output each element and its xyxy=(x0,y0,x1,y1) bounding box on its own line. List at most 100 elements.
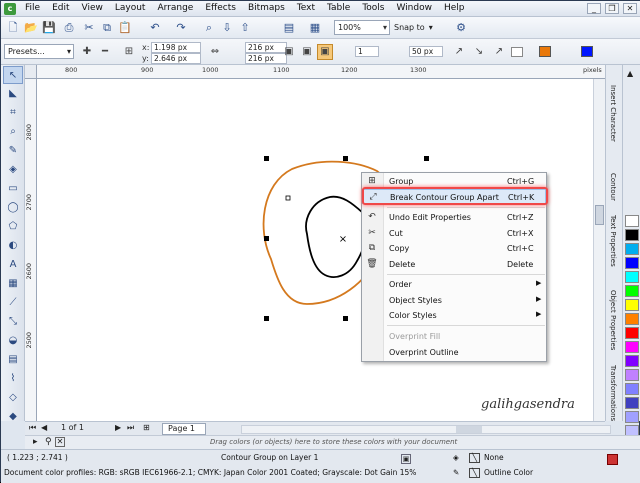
freehand-tool-icon[interactable]: ✎ xyxy=(3,142,23,160)
copy-icon[interactable]: ⧉ xyxy=(99,20,115,36)
x-position-field[interactable]: 1.198 px xyxy=(151,42,201,53)
minimize-button[interactable]: _ xyxy=(587,3,601,14)
menu-layout[interactable]: Layout xyxy=(115,3,146,13)
menu-table[interactable]: Table xyxy=(327,3,350,13)
menu-item-copy[interactable]: ⧉ Copy Ctrl+C xyxy=(362,241,546,256)
selection-handle[interactable] xyxy=(264,236,269,241)
eyedropper-tool-icon[interactable]: ⌇ xyxy=(3,370,23,388)
crop-tool-icon[interactable]: ⌗ xyxy=(3,104,23,122)
palette-menu-icon[interactable]: ▸ xyxy=(33,437,38,447)
menu-item-object-styles[interactable]: Object Styles ▶ xyxy=(362,293,546,308)
menu-item-cut[interactable]: ✂ Cut Ctrl+X xyxy=(362,226,546,241)
end-color-swatch[interactable] xyxy=(581,46,593,57)
last-page-icon[interactable]: ⏭ xyxy=(127,423,134,433)
inside-contour-icon[interactable]: ▣ xyxy=(299,44,315,60)
outline-color-swatch[interactable] xyxy=(511,47,523,57)
palette-swatch[interactable] xyxy=(625,327,639,339)
restore-button[interactable]: ❐ xyxy=(605,3,619,14)
shape-tool-icon[interactable]: ◣ xyxy=(3,85,23,103)
palette-swatch[interactable] xyxy=(625,271,639,283)
application-launcher-icon[interactable]: ▤ xyxy=(281,20,297,36)
previous-page-icon[interactable]: ◀ xyxy=(41,423,47,432)
zoom-level-select[interactable]: 100% xyxy=(334,20,390,35)
status-indicator-icon[interactable] xyxy=(607,454,618,465)
palette-scroll-up-icon[interactable]: ▲ xyxy=(627,69,633,78)
next-page-icon[interactable]: ▶ xyxy=(115,423,121,432)
app-icon[interactable]: c xyxy=(4,3,16,15)
object-origin-icon[interactable]: ⊞ xyxy=(121,44,137,60)
contour-offset-field[interactable]: 50 px xyxy=(409,46,443,57)
y-position-field[interactable]: 2.646 px xyxy=(151,53,201,64)
palette-swatch[interactable] xyxy=(625,369,639,381)
blend-tool-icon[interactable]: ◒ xyxy=(3,332,23,350)
menu-text[interactable]: Text xyxy=(297,3,315,13)
docker-tab-object-properties[interactable]: Object Properties xyxy=(609,290,617,350)
paste-icon[interactable]: 📋 xyxy=(117,20,133,36)
polygon-tool-icon[interactable]: ⬠ xyxy=(3,218,23,236)
undo-icon[interactable]: ↶ xyxy=(147,20,163,36)
add-page-icon[interactable]: ⊞ xyxy=(143,423,150,432)
menu-window[interactable]: Window xyxy=(396,3,432,13)
pick-tool-icon[interactable]: ↖ xyxy=(3,66,23,84)
vertical-scrollbar[interactable] xyxy=(593,79,605,421)
page-tab[interactable]: Page 1 xyxy=(162,423,206,435)
menu-view[interactable]: View xyxy=(82,3,103,13)
selection-handle[interactable] xyxy=(343,156,348,161)
menu-item-delete[interactable]: 🗑 Delete Delete xyxy=(362,257,546,272)
add-preset-icon[interactable]: ✚ xyxy=(79,44,95,60)
node-marker[interactable] xyxy=(285,195,291,201)
docker-tab-transformations[interactable]: Transformations xyxy=(609,365,617,421)
inner-control-shape[interactable] xyxy=(305,195,369,278)
cut-icon[interactable]: ✂ xyxy=(81,20,97,36)
options-gear-icon[interactable]: ⚙ xyxy=(453,20,469,36)
menu-effects[interactable]: Effects xyxy=(205,3,236,13)
print-icon[interactable]: ⎙ xyxy=(61,20,77,36)
welcome-screen-icon[interactable]: ▦ xyxy=(307,20,323,36)
palette-swatch[interactable] xyxy=(625,229,639,241)
menu-bitmaps[interactable]: Bitmaps xyxy=(248,3,285,13)
palette-swatch[interactable] xyxy=(625,383,639,395)
connector-tool-icon[interactable]: ⤡ xyxy=(3,313,23,331)
rectangle-tool-icon[interactable]: ▭ xyxy=(3,180,23,198)
palette-swatch[interactable] xyxy=(625,243,639,255)
palette-swatch[interactable] xyxy=(625,411,639,423)
outside-contour-icon[interactable]: ▣ xyxy=(317,44,333,60)
close-button[interactable]: ✕ xyxy=(623,3,637,14)
save-icon[interactable]: 💾 xyxy=(41,20,57,36)
to-center-icon[interactable]: ▣ xyxy=(281,44,297,60)
menu-edit[interactable]: Edit xyxy=(52,3,69,13)
first-page-icon[interactable]: ⏮ xyxy=(29,423,36,433)
redo-icon[interactable]: ↷ xyxy=(173,20,189,36)
scrollbar-thumb[interactable] xyxy=(456,426,482,433)
import-icon[interactable]: ⇩ xyxy=(219,20,235,36)
selection-handle[interactable] xyxy=(264,156,269,161)
selection-handle[interactable] xyxy=(424,156,429,161)
basic-shapes-icon[interactable]: ◐ xyxy=(3,237,23,255)
menu-item-order[interactable]: Order ▶ xyxy=(362,277,546,292)
menu-tools[interactable]: Tools xyxy=(362,3,384,13)
docker-tab-insert-character[interactable]: Insert Character xyxy=(609,85,617,142)
selection-handle[interactable] xyxy=(264,316,269,321)
scrollbar-thumb[interactable] xyxy=(595,205,604,225)
selection-handle[interactable] xyxy=(343,316,348,321)
search-icon[interactable]: ⌕ xyxy=(201,20,217,36)
palette-swatch[interactable] xyxy=(625,341,639,353)
contour-steps-field[interactable]: 1 xyxy=(355,46,379,57)
table-tool-icon[interactable]: ▦ xyxy=(3,275,23,293)
remove-preset-icon[interactable]: ━ xyxy=(97,44,113,60)
zoom-tool-icon[interactable]: ⌕ xyxy=(3,123,23,141)
clockwise-color-icon[interactable]: ↘ xyxy=(471,44,487,60)
menu-item-overprint-outline[interactable]: Overprint Outline xyxy=(362,345,546,360)
presets-dropdown[interactable]: Presets... xyxy=(4,44,74,59)
eyedropper-icon[interactable]: ⚲ xyxy=(45,437,52,447)
palette-swatch[interactable] xyxy=(625,355,639,367)
color-profiles-info[interactable]: Document color profiles: RGB: sRGB IEC61… xyxy=(4,468,416,477)
palette-swatch[interactable] xyxy=(625,215,639,227)
text-tool-icon[interactable]: A xyxy=(3,256,23,274)
transparency-tool-icon[interactable]: ▤ xyxy=(3,351,23,369)
snap-to-dropdown[interactable]: Snap to xyxy=(392,20,442,35)
docker-tab-contour[interactable]: Contour xyxy=(609,173,617,201)
menu-file[interactable]: File xyxy=(25,3,40,13)
menu-arrange[interactable]: Arrange xyxy=(157,3,193,13)
new-document-icon[interactable]: 🗋 xyxy=(5,20,21,36)
